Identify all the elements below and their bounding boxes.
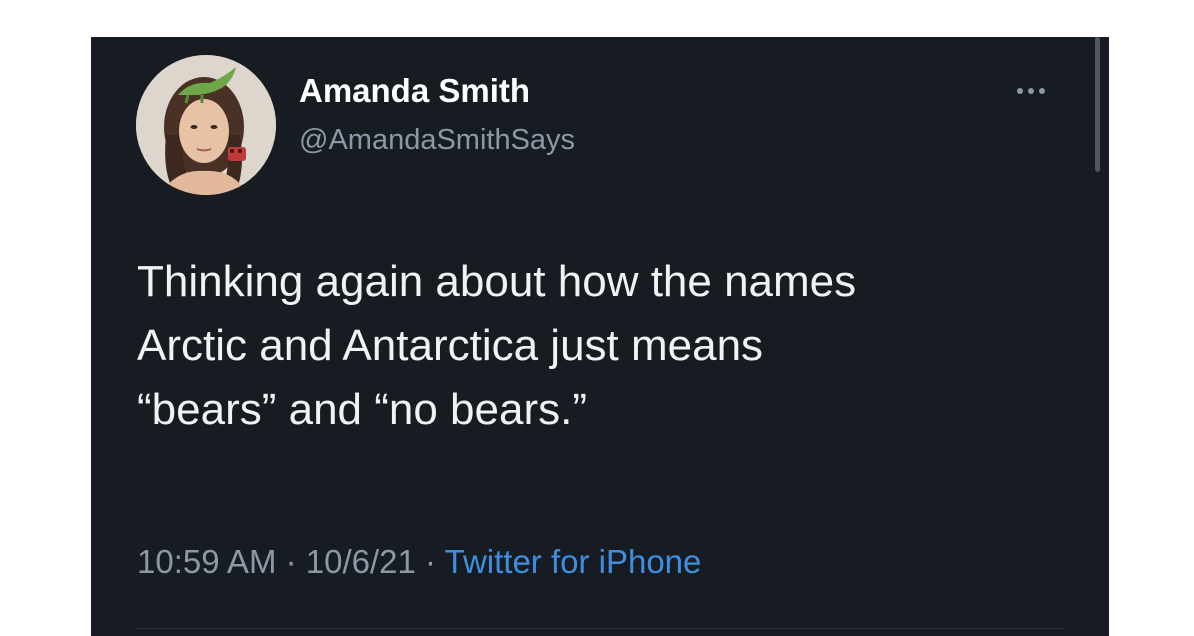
meta-separator: · [415,543,445,580]
tweet-date[interactable]: 10/6/21 [306,543,416,580]
tweet-text-line: Thinking again about how the names [137,257,857,306]
display-name[interactable]: Amanda Smith [299,71,530,111]
divider [137,628,1063,629]
more-horizontal-icon[interactable] [1007,77,1055,105]
dot [1039,88,1045,94]
dot [1017,88,1023,94]
avatar-image [136,55,276,195]
scrollbar[interactable] [1095,37,1100,172]
user-handle[interactable]: @AmandaSmithSays [299,122,575,158]
tweet-text: Thinking again about how the names Arcti… [137,250,1077,442]
tweet-source-link[interactable]: Twitter for iPhone [445,543,702,580]
tweet-text-line: Arctic and Antarctica just means [137,321,764,370]
tweet-time[interactable]: 10:59 AM [137,543,276,580]
tweet-card: Amanda Smith @AmandaSmithSays Thinking a… [91,37,1109,636]
tweet-metadata: 10:59 AM · 10/6/21 · Twitter for iPhone [137,542,701,582]
tweet-text-line: “bears” and “no bears.” [137,385,587,434]
meta-separator: · [276,543,306,580]
dot [1028,88,1034,94]
avatar[interactable] [136,55,276,195]
